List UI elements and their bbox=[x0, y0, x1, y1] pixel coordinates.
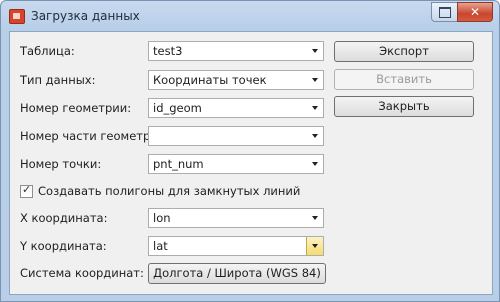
datatype-label: Тип данных: bbox=[20, 73, 96, 87]
polygon-checkbox-row[interactable]: Создавать полигоны для замкнутых линий bbox=[10, 183, 310, 200]
app-icon bbox=[9, 9, 25, 24]
dialog-body: Таблица: test3 Экспорт Тип данных: Коорд… bbox=[9, 31, 493, 295]
y-select[interactable]: lat bbox=[148, 236, 324, 256]
chevron-down-icon[interactable] bbox=[307, 209, 323, 227]
y-label: Y координата: bbox=[20, 239, 107, 253]
crs-button[interactable]: Долгота / Широта (WGS 84) bbox=[148, 263, 326, 284]
chevron-down-icon[interactable] bbox=[307, 71, 323, 89]
chevron-down-icon[interactable] bbox=[306, 237, 323, 255]
chevron-down-icon[interactable] bbox=[307, 42, 323, 60]
chevron-down-icon[interactable] bbox=[307, 155, 323, 173]
table-label: Таблица: bbox=[20, 44, 75, 58]
x-select[interactable]: lon bbox=[148, 208, 324, 228]
dialog-window: Загрузка данных ✕ Таблица: test3 Экспорт… bbox=[0, 0, 500, 302]
table-select-value: test3 bbox=[153, 44, 183, 58]
x-select-value: lon bbox=[153, 211, 171, 225]
restore-button[interactable] bbox=[431, 2, 459, 22]
point-label: Номер точки: bbox=[20, 157, 102, 171]
title-bar: Загрузка данных ✕ bbox=[1, 1, 499, 31]
geom-select[interactable]: id_geom bbox=[148, 98, 324, 118]
x-label: X координата: bbox=[20, 211, 108, 225]
table-select[interactable]: test3 bbox=[148, 41, 324, 61]
polygon-checkbox-label[interactable]: Создавать полигоны для замкнутых линий bbox=[38, 184, 300, 198]
close-window-button[interactable]: ✕ bbox=[457, 2, 493, 22]
chevron-down-icon[interactable] bbox=[307, 127, 323, 145]
insert-button[interactable]: Вставить bbox=[334, 69, 474, 90]
part-select[interactable] bbox=[148, 126, 324, 146]
geom-select-value: id_geom bbox=[153, 101, 202, 115]
datatype-select[interactable]: Координаты точек bbox=[148, 70, 324, 90]
close-button[interactable]: Закрыть bbox=[334, 96, 474, 117]
geom-label: Номер геометрии: bbox=[20, 101, 132, 115]
close-icon: ✕ bbox=[469, 5, 481, 19]
restore-icon bbox=[439, 7, 451, 18]
datatype-select-value: Координаты точек bbox=[153, 73, 267, 87]
point-select-value: pnt_num bbox=[153, 157, 204, 171]
part-label: Номер части геометрии: bbox=[20, 129, 170, 143]
export-button[interactable]: Экспорт bbox=[334, 41, 474, 62]
point-select[interactable]: pnt_num bbox=[148, 154, 324, 174]
polygon-checkbox[interactable] bbox=[20, 183, 33, 198]
crs-label: Система координат: bbox=[20, 266, 144, 280]
window-title: Загрузка данных bbox=[31, 9, 140, 23]
y-select-value: lat bbox=[153, 239, 168, 253]
chevron-down-icon[interactable] bbox=[307, 99, 323, 117]
